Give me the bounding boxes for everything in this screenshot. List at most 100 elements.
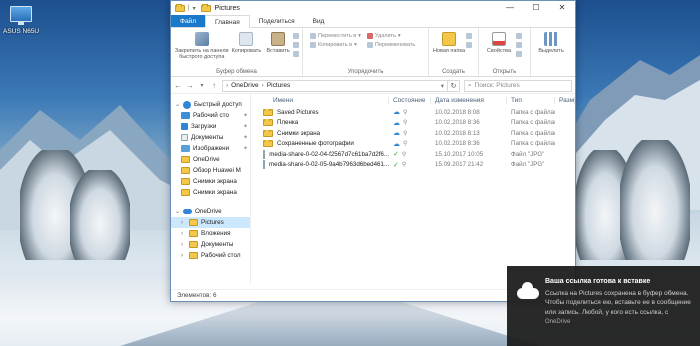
nav-item-screenshots-1[interactable]: Снимки экрана [171, 176, 250, 187]
column-status[interactable]: Состояние [389, 97, 431, 104]
file-name: Снимки экрана [277, 129, 321, 137]
up-button[interactable]: ↑ [210, 81, 218, 90]
nav-item-screenshots-2[interactable]: Снимки экрана [171, 187, 250, 198]
desktop-icon [181, 112, 190, 119]
open-icon [516, 33, 522, 39]
nav-item-downloads[interactable]: Загрузки ✦ [171, 121, 250, 132]
move-to-button[interactable]: Переместить в ▾ [310, 33, 361, 39]
address-dropdown-icon[interactable]: ▾ [441, 82, 444, 90]
nav-item-onedrive-documents[interactable]: › Документы [171, 239, 250, 250]
pin-quick-access-button[interactable]: Закрепить на панели быстрого доступа [174, 30, 230, 66]
open-button[interactable] [516, 33, 522, 39]
nav-label: Pictures [201, 219, 224, 226]
desktop-icon-label: ASUS N65U [3, 28, 40, 35]
nav-item-pictures-onedrive[interactable]: › Pictures [171, 217, 250, 228]
chevron-down-icon[interactable]: ⌄ [175, 101, 180, 108]
tab-home[interactable]: Главная [204, 15, 250, 28]
nav-item-attachments[interactable]: › Вложения [171, 228, 250, 239]
chevron-right-icon[interactable]: › [181, 220, 186, 226]
onedrive-cloud-icon [517, 282, 539, 299]
nav-onedrive[interactable]: ⌄ OneDrive [171, 206, 250, 217]
onedrive-toast[interactable]: Ваша ссылка готова к вставке Ссылка на P… [507, 266, 700, 346]
chevron-right-icon[interactable]: › [181, 242, 186, 248]
copy-to-button[interactable]: Копировать в ▾ [310, 42, 361, 48]
toolbar-divider: | [188, 5, 190, 11]
recent-locations-button[interactable]: ▾ [198, 82, 206, 89]
rename-button[interactable]: Переименовать [366, 42, 416, 48]
paste-icon [271, 32, 286, 46]
select-button[interactable]: Выделить [534, 30, 568, 66]
close-button[interactable]: ✕ [549, 1, 575, 15]
folder-icon [175, 3, 185, 12]
properties-button[interactable]: Свойства [482, 30, 516, 66]
edit-button[interactable] [516, 42, 522, 48]
folder-icon [189, 241, 198, 248]
column-type[interactable]: Тип [507, 97, 555, 104]
nav-label: Документы [201, 241, 234, 248]
new-item-button[interactable] [466, 33, 472, 39]
cut-button[interactable] [293, 33, 299, 39]
desktop-icon-computer[interactable]: ASUS N65U [3, 6, 39, 35]
file-name: media-share-0-02-04-f2567d7c61ba7d2f6... [269, 150, 389, 158]
onedrive-icon [183, 209, 192, 214]
new-folder-icon [442, 32, 456, 46]
nav-item-huawei[interactable]: Обзор Huawei M [171, 165, 250, 176]
chevron-right-icon[interactable]: › [181, 231, 186, 237]
file-row[interactable]: Сохраненные фотографии ☁ ⚲ 10.02.2018 8:36 П… [255, 139, 575, 150]
address-separator: › [261, 82, 264, 89]
refresh-button[interactable]: ↻ [448, 79, 460, 92]
tab-file[interactable]: Файл [171, 15, 205, 27]
nav-label: Вложения [201, 230, 231, 237]
nav-label: Рабочий стол [201, 252, 241, 259]
pin-icon: ✦ [242, 146, 248, 152]
copy-button[interactable]: Копировать [230, 30, 264, 66]
select-label: Выделить [538, 48, 564, 54]
address-bar[interactable]: › OneDrive › Pictures ▾ [222, 79, 448, 92]
star-icon [183, 100, 191, 109]
tab-share[interactable]: Поделиться [250, 15, 304, 27]
pin-icon: ✦ [242, 135, 248, 141]
nav-item-pictures[interactable]: Изображени ✦ [171, 143, 250, 154]
easy-access-button[interactable] [466, 42, 472, 48]
search-box[interactable]: ⌕ Поиск: Pictures [464, 79, 572, 92]
file-row[interactable]: Saved Pictures ☁ ⚲ 10.02.2018 8:08 Папка с ф… [255, 107, 575, 118]
chevron-down-icon[interactable]: ⌄ [175, 208, 180, 215]
folder-icon [181, 178, 190, 185]
qa-dropdown-icon[interactable]: ▾ [193, 5, 196, 12]
paste-shortcut-button[interactable] [293, 51, 299, 57]
rename-label: Переименовать [374, 42, 416, 48]
search-input[interactable]: Поиск: Pictures [475, 82, 520, 89]
file-type: Файл "JPG" [511, 161, 545, 169]
delete-button[interactable]: Удалить ▾ [366, 33, 415, 39]
forward-button[interactable]: → [186, 81, 194, 90]
nav-label: Обзор Huawei M [193, 167, 241, 174]
tab-view[interactable]: Вид [304, 15, 334, 27]
maximize-button[interactable]: ☐ [523, 1, 549, 15]
column-size[interactable]: Разм [555, 97, 575, 104]
chevron-right-icon[interactable]: › [181, 253, 186, 259]
minimize-button[interactable]: — [497, 1, 523, 15]
nav-label: OneDrive [195, 208, 222, 215]
back-button[interactable]: ← [174, 81, 182, 90]
nav-label: Снимки экрана [193, 178, 237, 185]
new-folder-button[interactable]: Новая папка [432, 30, 466, 66]
file-row[interactable]: Пленка ☁⚲ 10.02.2018 8:36 Папка с файлами [255, 118, 575, 129]
paste-button[interactable]: Вставить [263, 30, 293, 66]
breadcrumb-pictures[interactable]: Pictures [267, 82, 290, 89]
file-row[interactable]: media-share-0-02-05-9a4b7963d6bed461... ✓… [255, 160, 575, 171]
nav-item-onedrive-desktop[interactable]: › Рабочий стол [171, 250, 250, 261]
copy-path-button[interactable] [293, 42, 299, 48]
file-type: Папка с файлами [511, 129, 555, 137]
file-date: 10.02.2018 8:36 [435, 119, 480, 127]
file-row[interactable]: Снимки экрана ☁ ⚲ 10.02.2018 8:13 Папка с фа… [255, 128, 575, 139]
nav-item-documents[interactable]: Документы ✦ [171, 132, 250, 143]
column-date[interactable]: Дата изменения [431, 97, 507, 104]
file-type: Папка с файлами [511, 108, 555, 116]
column-name[interactable]: Имени [255, 97, 389, 104]
nav-item-onedrive-quick[interactable]: OneDrive [171, 154, 250, 165]
nav-item-desktop[interactable]: Рабочий сто ✦ [171, 110, 250, 121]
file-row[interactable]: media-share-0-02-04-f2567d7c61ba7d2f6...… [255, 149, 575, 160]
breadcrumb-onedrive[interactable]: OneDrive [231, 82, 258, 89]
history-button[interactable] [516, 51, 522, 57]
nav-quick-access[interactable]: ⌄ Быстрый доступ [171, 99, 250, 110]
